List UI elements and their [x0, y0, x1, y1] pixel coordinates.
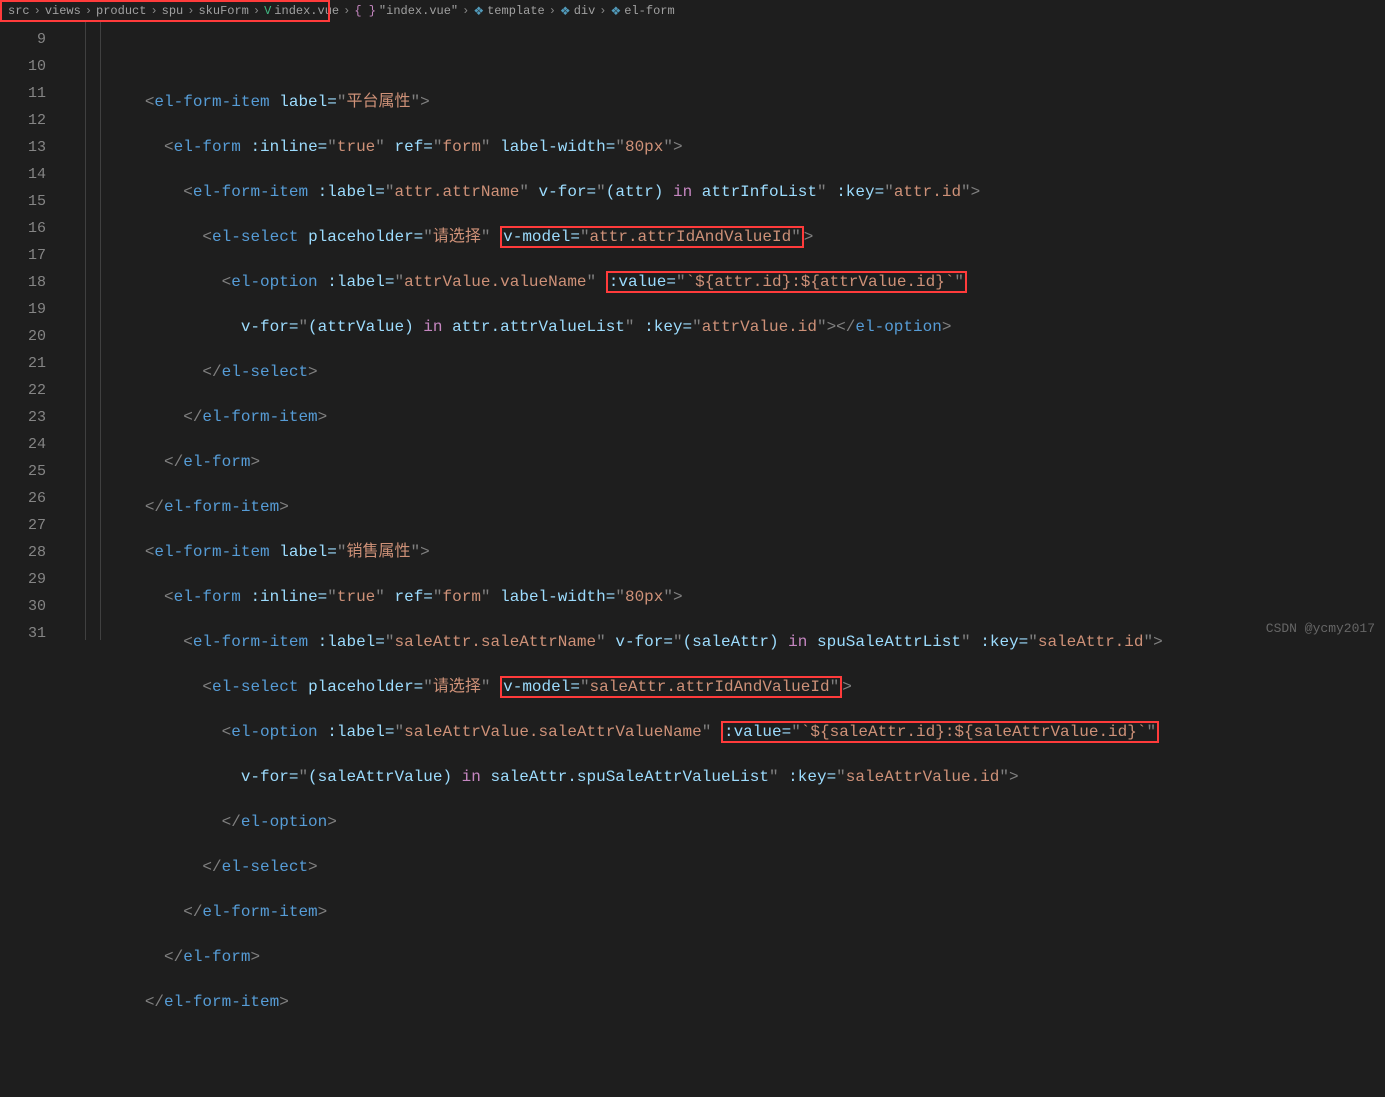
crumb-src[interactable]: src — [8, 4, 30, 18]
code-area[interactable]: <el-form-item label="平台属性"> <el-form :in… — [68, 22, 1385, 640]
crumb-index-vue[interactable]: Vindex.vue — [264, 4, 339, 18]
chevron-right-icon: › — [85, 4, 92, 18]
highlight-box: v-model="attr.attrIdAndValueId" — [500, 226, 804, 248]
block-icon: ❖ — [611, 4, 622, 19]
code-line[interactable]: <el-select placeholder="请选择" v-model="sa… — [68, 674, 1385, 701]
crumb-el-form[interactable]: ❖el-form — [611, 4, 675, 19]
code-line[interactable]: </el-select> — [68, 359, 1385, 386]
block-icon: ❖ — [560, 4, 571, 19]
chevron-right-icon: › — [187, 4, 194, 18]
code-line[interactable]: <el-form-item label="销售属性"> — [68, 539, 1385, 566]
highlight-box: :value="`${saleAttr.id}:${saleAttrValue.… — [721, 721, 1159, 743]
code-line[interactable]: </el-form> — [68, 944, 1385, 971]
highlight-box: v-model="saleAttr.attrIdAndValueId" — [500, 676, 842, 698]
code-line[interactable]: <el-option :label="attrValue.valueName" … — [68, 269, 1385, 296]
chevron-right-icon: › — [549, 4, 556, 18]
code-line[interactable]: <el-form :inline="true" ref="form" label… — [68, 134, 1385, 161]
breadcrumb[interactable]: src› views› product› spu› skuForm› Vinde… — [0, 0, 1385, 22]
line-number-gutter: 9101112131415161718192021222324252627282… — [0, 22, 68, 640]
chevron-right-icon: › — [599, 4, 606, 18]
chevron-right-icon: › — [150, 4, 157, 18]
code-line[interactable]: </el-select> — [68, 854, 1385, 881]
code-line[interactable]: </el-form-item> — [68, 404, 1385, 431]
code-line[interactable]: <el-form-item :label="attr.attrName" v-f… — [68, 179, 1385, 206]
code-line[interactable]: <el-form-item :label="saleAttr.saleAttrN… — [68, 629, 1385, 656]
chevron-right-icon: › — [343, 4, 350, 18]
code-line[interactable]: </el-form> — [68, 449, 1385, 476]
highlight-box: :value="`${attr.id}:${attrValue.id}`" — [606, 271, 967, 293]
code-editor[interactable]: 9101112131415161718192021222324252627282… — [0, 22, 1385, 640]
crumb-spu[interactable]: spu — [162, 4, 184, 18]
chevron-right-icon: › — [253, 4, 260, 18]
crumb-skuform[interactable]: skuForm — [198, 4, 248, 18]
crumb-index-vue-node[interactable]: { }"index.vue" — [354, 4, 458, 18]
vue-icon: V — [264, 4, 271, 18]
code-line[interactable]: </el-form-item> — [68, 989, 1385, 1016]
code-line[interactable]: <el-form-item label="平台属性"> — [68, 89, 1385, 116]
chevron-right-icon: › — [34, 4, 41, 18]
code-line[interactable]: <el-select placeholder="请选择" v-model="at… — [68, 224, 1385, 251]
code-line[interactable]: </el-option> — [68, 809, 1385, 836]
code-line[interactable]: </el-form-item> — [68, 899, 1385, 926]
watermark: CSDN @ycmy2017 — [1266, 621, 1375, 636]
code-line[interactable]: <el-option :label="saleAttrValue.saleAtt… — [68, 719, 1385, 746]
crumb-template[interactable]: ❖template — [473, 4, 544, 19]
code-line[interactable]: v-for="(attrValue) in attr.attrValueList… — [68, 314, 1385, 341]
crumb-views[interactable]: views — [45, 4, 81, 18]
code-line[interactable] — [68, 1034, 1385, 1061]
chevron-right-icon: › — [462, 4, 469, 18]
code-line[interactable]: <el-form :inline="true" ref="form" label… — [68, 584, 1385, 611]
crumb-product[interactable]: product — [96, 4, 146, 18]
code-line[interactable]: </el-form-item> — [68, 494, 1385, 521]
code-line[interactable]: v-for="(saleAttrValue) in saleAttr.spuSa… — [68, 764, 1385, 791]
crumb-div[interactable]: ❖div — [560, 4, 595, 19]
code-line[interactable] — [68, 44, 1385, 71]
braces-icon: { } — [354, 4, 376, 18]
block-icon: ❖ — [473, 4, 484, 19]
